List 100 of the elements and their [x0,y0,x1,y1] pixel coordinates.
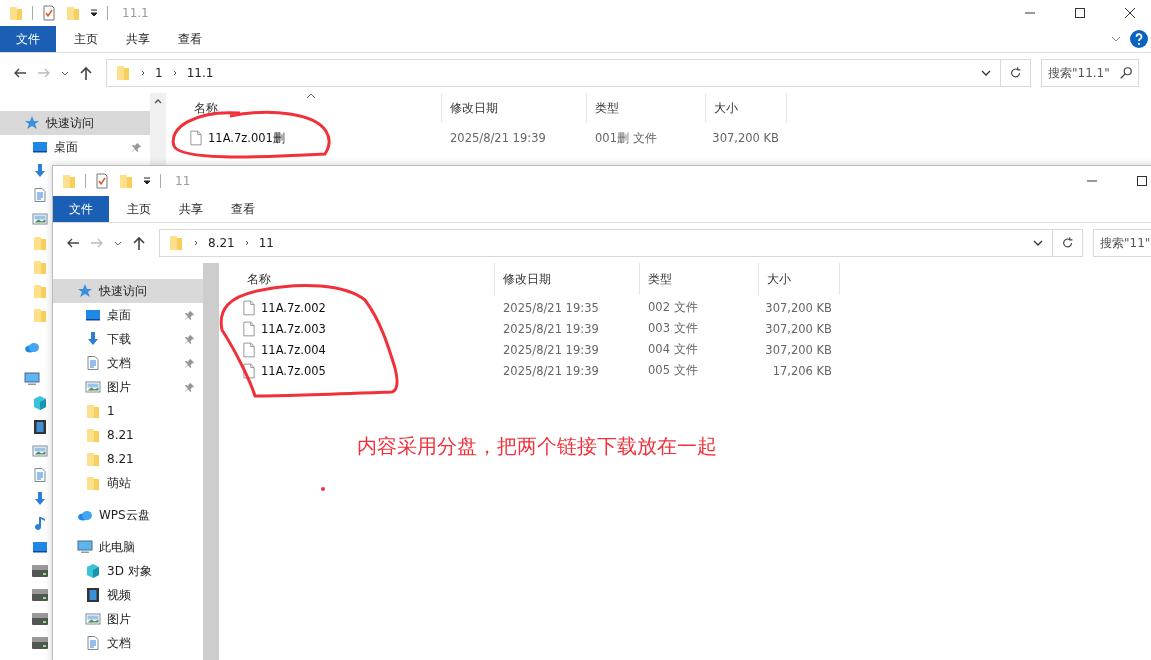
help-icon[interactable] [1130,30,1148,48]
picture-icon [32,211,48,227]
nav-item[interactable]: 文档 [53,631,203,655]
column-header[interactable]: 类型 [587,93,706,123]
nav-item[interactable]: 1 [53,399,203,423]
nav-item[interactable]: 8.21 [53,423,203,447]
picture-icon [32,443,48,459]
computer-icon [24,371,40,387]
file-icon [243,299,255,316]
file-icon [243,341,255,358]
file-menu-button[interactable]: 文件 [53,196,109,222]
date-cell-text: 2025/8/21 19:35 [502,300,600,315]
type-cell-text: 002 文件 [647,300,699,315]
file-row[interactable]: 11A.7z.004 2025/8/21 19:39 004 文件 307,200 KB [219,339,1151,360]
cube-icon [32,395,48,411]
ribbon-tab[interactable]: 主页 [60,26,112,52]
search-field[interactable]: 搜索"11" [1093,229,1151,257]
breadcrumb-item[interactable]: 1 [155,66,163,80]
column-header[interactable]: 修改日期 [495,263,640,295]
file-row[interactable]: 11A.7z.001删 2025/8/21 19:39 001删 文件 307,200 KB [166,123,1151,153]
download-arrow-icon [32,491,48,507]
folder-icon [32,283,48,299]
refresh-button[interactable] [1053,229,1083,257]
ribbon-tab[interactable]: 查看 [217,196,269,222]
ribbon-tab[interactable]: 主页 [113,196,165,222]
pin-icon[interactable] [184,357,195,369]
folder-icon [85,475,101,491]
dropdown-icon[interactable] [142,176,152,186]
dropdown-icon[interactable] [89,8,99,18]
date-cell-text: 2025/8/21 19:39 [502,321,600,336]
file-row[interactable]: 11A.7z.002 2025/8/21 19:35 002 文件 307,200 KB [219,297,1151,318]
address-bar[interactable]: 8.21 11 [159,229,1053,257]
file-row[interactable]: 11A.7z.005 2025/8/21 19:39 005 文件 17,206 KB [219,360,1151,381]
cube-icon [85,563,101,579]
folder-icon [32,259,48,275]
folder-icon [85,403,101,419]
drive-icon [32,587,48,603]
file-icon [243,362,255,379]
pin-icon[interactable] [131,141,142,153]
column-header[interactable]: 修改日期 [442,93,587,123]
breadcrumb-item[interactable]: 11 [258,236,274,250]
nav-item[interactable]: 此电脑 [53,535,203,559]
file-icon [190,130,202,146]
maximize-icon[interactable] [1074,7,1086,19]
date-cell-text: 2025/8/21 19:39 [502,363,600,378]
address-bar[interactable]: 1 11.1 [106,59,1001,87]
checklist-icon[interactable] [41,5,57,21]
date-cell-text: 2025/8/21 19:39 [449,131,547,145]
nav-item[interactable]: 桌面 [0,135,150,159]
breadcrumb-item[interactable]: 8.21 [208,236,235,250]
breadcrumb-item[interactable]: 11.1 [186,66,214,80]
size-cell-text: 307,200 KB [764,342,833,357]
nav-item[interactable]: 桌面 [53,303,203,327]
file-menu-button[interactable]: 文件 [0,26,56,52]
refresh-icon [1008,66,1023,80]
ribbon-tab[interactable]: 共享 [165,196,217,222]
refresh-button[interactable] [1001,59,1031,87]
chevron-right-icon[interactable] [192,239,200,247]
nav-item[interactable]: 快速访问 [0,111,150,135]
close-icon[interactable] [1124,7,1136,19]
search-field[interactable]: 搜索"11.1" [1041,59,1139,87]
pin-icon[interactable] [184,309,195,321]
chevron-right-icon[interactable] [139,69,147,77]
nav-item[interactable]: 下载 [53,327,203,351]
nav-item[interactable]: WPS云盘 [53,503,203,527]
pin-icon[interactable] [184,333,195,345]
pin-icon[interactable] [184,381,195,393]
scrollbar[interactable] [203,263,219,660]
monitor-icon [32,139,48,155]
column-header[interactable]: 名称 [219,263,495,295]
download-arrow-icon [32,163,48,179]
music-note-icon [32,515,48,531]
drive-icon [32,635,48,651]
file-name: 11A.7z.005 [261,363,326,378]
nav-item[interactable]: 8.21 [53,447,203,471]
ribbon-tab[interactable]: 查看 [164,26,216,52]
nav-item[interactable]: 萌站 [53,471,203,495]
file-name: 11A.7z.001删 [208,130,285,146]
ribbon-tab[interactable]: 共享 [112,26,164,52]
type-cell-text: 005 文件 [647,363,699,378]
maximize-icon[interactable] [1136,175,1148,187]
column-header[interactable]: 类型 [640,263,759,295]
column-header[interactable]: 名称 [166,93,442,123]
nav-item[interactable]: 文档 [53,351,203,375]
monitor-icon [32,539,48,555]
size-cell-text: 307,200 KB [764,300,833,315]
nav-item[interactable]: 视频 [53,583,203,607]
folder-icon [168,235,184,251]
column-header[interactable]: 大小 [759,263,840,295]
file-name: 11A.7z.003 [261,321,326,336]
folder-icon [115,65,131,81]
up-arrow-icon[interactable] [131,235,147,251]
nav-item[interactable]: 图片 [53,375,203,399]
nav-item[interactable]: 3D 对象 [53,559,203,583]
checklist-icon[interactable] [94,173,110,189]
nav-item[interactable]: 图片 [53,607,203,631]
column-header[interactable]: 大小 [706,93,787,123]
nav-item[interactable]: 快速访问 [53,279,203,303]
file-row[interactable]: 11A.7z.003 2025/8/21 19:39 003 文件 307,200 KB [219,318,1151,339]
up-arrow-icon[interactable] [78,65,94,81]
